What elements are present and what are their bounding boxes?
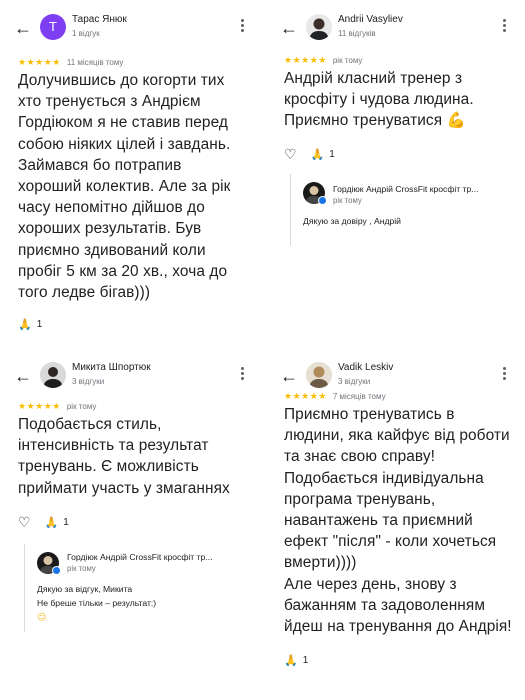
pray-icon: 🙏 — [310, 149, 325, 161]
review-count: 1 відгук — [72, 29, 100, 38]
back-arrow-icon[interactable]: ← — [12, 365, 34, 387]
reaction-count: 1 — [329, 149, 335, 160]
review-time: 11 місяців тому — [66, 57, 124, 67]
back-arrow-icon[interactable]: ← — [278, 365, 300, 387]
pray-icon: 🙏 — [18, 319, 32, 331]
avatar[interactable] — [306, 14, 332, 40]
more-vert-icon[interactable] — [500, 18, 508, 36]
more-vert-icon[interactable] — [238, 366, 246, 384]
owner-response-text: Дякую за відгук, Микита Не бреше тільки … — [37, 584, 157, 608]
verified-badge-icon — [318, 196, 327, 205]
review-count: 3 відгуки — [72, 377, 105, 386]
review-time: 7 місяців тому — [332, 391, 386, 401]
wink-emoji-icon: 😉 — [37, 612, 47, 622]
review-card-1: ← T Тарас Янюк 1 відгук ★★★★★ 11 місяців… — [4, 4, 260, 344]
review-time: рік тому — [66, 401, 97, 411]
back-arrow-icon[interactable]: ← — [12, 17, 34, 39]
review-card-2: ← Andrii Vasyliev 11 відгуків ★★★★★ рік … — [270, 4, 522, 344]
avatar[interactable] — [40, 362, 66, 388]
review-text: Долучившись до когорти тих хто тренуєтьс… — [18, 72, 231, 302]
star-rating: ★★★★★ — [284, 390, 327, 401]
reactions[interactable]: 🙏 1 — [284, 654, 308, 667]
rating-row: ★★★★★ рік тому — [284, 54, 362, 66]
more-vert-icon[interactable] — [238, 18, 246, 36]
rating-row: ★★★★★ 7 місяців тому — [284, 390, 386, 402]
review-header: ← T Тарас Янюк 1 відгук — [4, 4, 260, 54]
star-rating: ★★★★★ — [284, 54, 327, 65]
star-rating: ★★★★★ — [18, 56, 61, 67]
reviewer-name[interactable]: Тарас Янюк — [72, 14, 127, 25]
review-header: ← Микита Шпортюк 3 відгуки — [4, 352, 260, 402]
heart-outline-icon[interactable]: ♡ — [284, 146, 297, 163]
more-vert-icon[interactable] — [500, 366, 508, 384]
avatar[interactable] — [306, 362, 332, 388]
review-text: Приємно тренуватись в людини, яка кайфує… — [284, 406, 512, 636]
back-arrow-icon[interactable]: ← — [278, 17, 300, 39]
reviewer-name[interactable]: Vadik Leskiv — [338, 362, 393, 373]
heart-outline-icon[interactable]: ♡ — [18, 514, 31, 531]
reaction-count: 1 — [63, 517, 69, 528]
reaction-count: 1 — [36, 319, 43, 330]
reactions[interactable]: ♡ 🙏 1 — [284, 146, 335, 163]
review-count: 11 відгуків — [338, 29, 376, 38]
owner-name[interactable]: Гордіюк Андрій CrossFit кросфіт тр... — [67, 552, 257, 562]
review-header: ← Andrii Vasyliev 11 відгуків — [270, 4, 522, 54]
reaction-count: 1 — [302, 655, 309, 666]
rating-row: ★★★★★ рік тому — [18, 400, 96, 412]
reviewer-name[interactable]: Andrii Vasyliev — [338, 14, 403, 25]
review-card-3: ← Микита Шпортюк 3 відгуки ★★★★★ рік том… — [4, 352, 260, 692]
review-time: рік тому — [332, 55, 363, 65]
pray-icon: 🙏 — [44, 517, 59, 529]
review-card-4: ← Vadik Leskiv 3 відгуки ★★★★★ 7 місяців… — [270, 352, 522, 698]
reactions[interactable]: ♡ 🙏 1 — [18, 514, 69, 531]
owner-name[interactable]: Гордіюк Андрій CrossFit кросфіт тр... — [333, 184, 522, 194]
review-text: Подобається стиль, інтенсивність та резу… — [18, 416, 230, 497]
pray-icon: 🙏 — [284, 655, 298, 667]
owner-response-text: Дякую за довіру , Андрій — [303, 216, 401, 226]
owner-response-time: рік тому — [67, 564, 96, 573]
avatar[interactable]: T — [40, 14, 66, 40]
owner-response: Гордіюк Андрій CrossFit кросфіт тр... рі… — [24, 544, 254, 632]
verified-badge-icon — [52, 566, 61, 575]
reviewer-name[interactable]: Микита Шпортюк — [72, 362, 151, 373]
review-text: Андрій класний тренер з кросфіту і чудов… — [284, 70, 474, 130]
star-rating: ★★★★★ — [18, 400, 61, 411]
owner-response: Гордіюк Андрій CrossFit кросфіт тр... рі… — [290, 174, 516, 246]
review-count: 3 відгуки — [338, 377, 371, 386]
rating-row: ★★★★★ 11 місяців тому — [18, 56, 123, 68]
reactions[interactable]: 🙏 1 — [18, 318, 42, 331]
owner-response-time: рік тому — [333, 196, 362, 205]
